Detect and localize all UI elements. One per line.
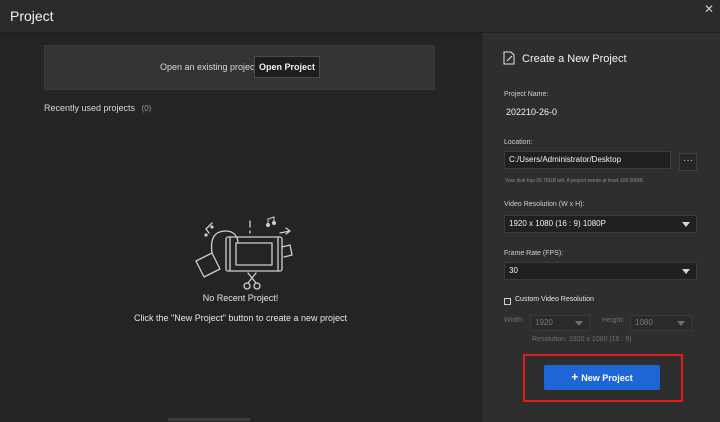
left-panel: Open an existing project Open Project Re… [0, 33, 481, 422]
project-name-label: Project Name: [504, 91, 549, 98]
resolution-value: 1920 x 1080 (16 : 9) 1080P [509, 219, 606, 228]
height-value: 1080 [635, 318, 653, 327]
recent-projects-text: Recently used projects [44, 103, 136, 113]
framerate-select[interactable]: 30 [504, 262, 697, 280]
chevron-down-icon [682, 222, 690, 227]
recent-projects-count: (0) [141, 104, 152, 113]
location-label: Location: [504, 139, 533, 146]
horizontal-scrollbar[interactable] [168, 418, 250, 421]
browse-location-button[interactable]: ··· [679, 153, 697, 171]
recent-projects-label: Recently used projects (0) [44, 103, 151, 113]
width-value: 1920 [535, 318, 553, 327]
new-project-button[interactable]: + New Project [544, 365, 660, 390]
right-panel: Create a New Project Project Name: 20221… [481, 33, 720, 422]
custom-resolution-label: Custom Video Resolution [515, 296, 594, 303]
new-project-highlight: + New Project [523, 354, 683, 402]
close-icon[interactable]: ✕ [704, 2, 714, 16]
plus-icon: + [571, 370, 579, 384]
window-title: Project [10, 8, 54, 24]
create-title: Create a New Project [522, 53, 627, 65]
framerate-value: 30 [509, 266, 518, 275]
framerate-label: Frame Rate (FPS): [504, 250, 564, 257]
height-label: Height: [602, 317, 625, 324]
width-label: Width: [504, 317, 524, 324]
height-select[interactable]: 1080 [630, 315, 692, 331]
empty-subtitle: Click the "New Project" button to create… [134, 313, 347, 323]
empty-title: No Recent Project! [202, 293, 279, 303]
titlebar: Project ✕ [0, 0, 720, 32]
chevron-down-icon [682, 269, 690, 274]
location-field[interactable]: C:/Users/Administrator/Desktop [504, 151, 671, 169]
custom-resolution-checkbox[interactable] [504, 298, 511, 305]
width-select[interactable]: 1920 [530, 315, 590, 331]
open-existing-box: Open an existing project Open Project [44, 45, 435, 90]
edit-document-icon [503, 51, 515, 65]
new-project-label: New Project [581, 373, 633, 383]
chevron-down-icon [575, 321, 583, 326]
open-project-button[interactable]: Open Project [254, 56, 320, 78]
chevron-down-icon [677, 321, 685, 326]
custom-resolution-text: Resolution: 1920 x 1080 (16 : 9) [532, 336, 632, 343]
resolution-label: Video Resolution (W x H): [504, 201, 585, 208]
resolution-select[interactable]: 1920 x 1080 (16 : 9) 1080P [504, 215, 697, 233]
disk-space-hint: Your disk has 26.78GB left. A project ne… [505, 178, 645, 184]
project-name-value[interactable]: 202210-26-0 [506, 107, 557, 117]
open-existing-label: Open an existing project [160, 62, 258, 72]
